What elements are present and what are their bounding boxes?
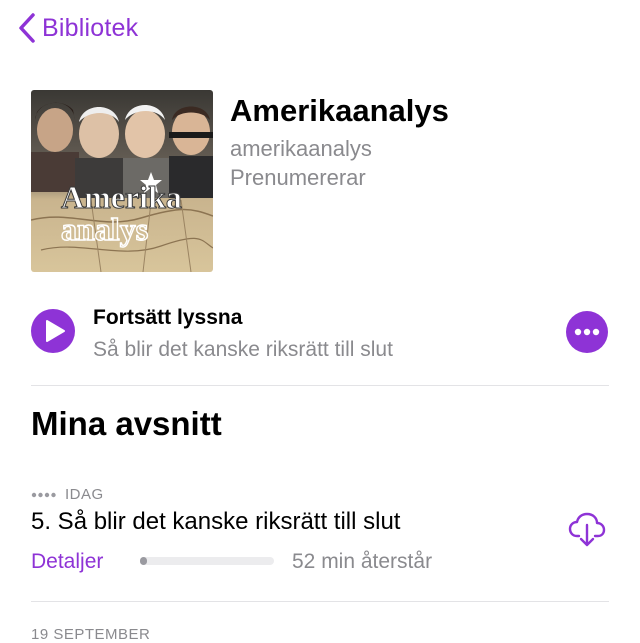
podcast-artwork[interactable]: Amerika analys	[31, 90, 213, 272]
episode-date: IDAG	[65, 486, 104, 503]
continue-episode-title: Så blir det kanske riksrätt till slut	[93, 338, 393, 361]
subscription-status: Prenumererar	[230, 165, 366, 190]
episode-date: 19 SEPTEMBER	[31, 626, 151, 643]
podcast-title: Amerikaanalys	[230, 93, 449, 128]
artwork-title-bottom: analys	[61, 211, 148, 247]
episode-progress-bar	[140, 557, 274, 565]
play-icon	[46, 320, 65, 342]
section-title: Mina avsnitt	[31, 405, 222, 442]
episode-remaining: 52 min återstår	[292, 550, 433, 573]
back-label: Bibliotek	[42, 13, 139, 42]
episode-progress-fill	[140, 557, 147, 565]
divider	[31, 601, 609, 602]
ellipsis-icon	[574, 328, 600, 336]
episode-title[interactable]: 5. Så blir det kanske riksrätt till slut	[31, 508, 400, 536]
episode-details-link[interactable]: Detaljer	[31, 550, 103, 574]
continue-listening-label: Fortsätt lyssna	[93, 306, 243, 329]
cloud-download-icon	[568, 512, 606, 547]
episode-meta: IDAG	[31, 486, 104, 503]
download-button[interactable]	[567, 510, 607, 550]
artwork-title-top: Amerika	[61, 179, 182, 215]
divider	[31, 385, 609, 386]
back-button[interactable]: Bibliotek	[18, 12, 138, 44]
more-button[interactable]	[566, 311, 608, 353]
play-button[interactable]	[31, 309, 75, 353]
podcast-author[interactable]: amerikaanalys	[230, 136, 372, 162]
unplayed-dots-icon	[31, 492, 56, 497]
chevron-left-icon	[19, 13, 35, 43]
